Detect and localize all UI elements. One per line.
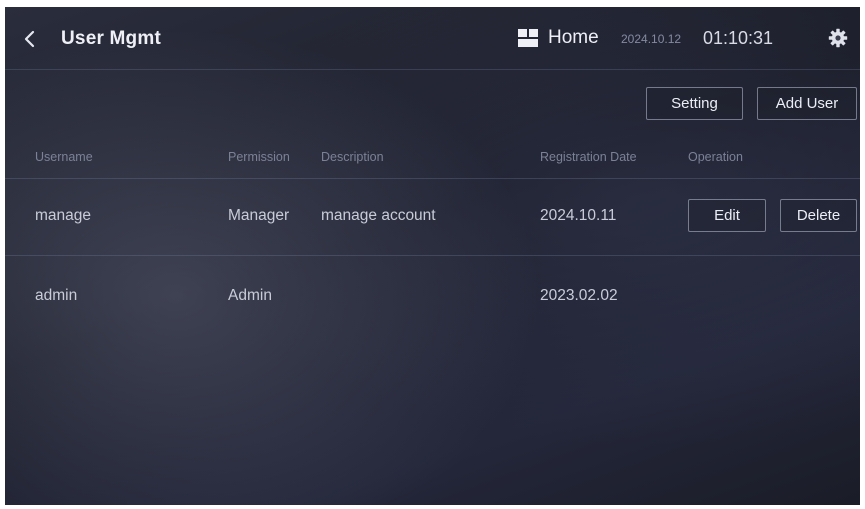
cell-description: manage account [321,207,436,224]
user-management-screen: User Mgmt Home 2024.10.12 01:10:31 Setti… [5,7,860,505]
cell-registration-date: 2023.02.02 [540,287,618,304]
page-title: User Mgmt [61,28,161,49]
column-header-description: Description [321,150,384,164]
column-header-username: Username [35,150,93,164]
cell-permission: Admin [228,287,272,304]
top-bar: User Mgmt Home 2024.10.12 01:10:31 [5,7,860,70]
delete-button[interactable]: Delete [780,199,857,232]
cell-permission: Manager [228,207,290,224]
date-display: 2024.10.12 [621,32,682,46]
setting-button[interactable]: Setting [646,87,743,120]
row-divider [5,255,860,256]
cell-username: manage [35,207,92,224]
column-header-registration-date: Registration Date [540,150,637,164]
column-header-permission: Permission [228,150,290,164]
cell-registration-date: 2024.10.11 [540,207,617,224]
chevron-left-icon[interactable] [21,29,37,49]
time-display: 01:10:31 [703,28,774,48]
cell-username: admin [35,287,78,304]
home-grid-icon[interactable] [517,28,539,48]
column-header-operation: Operation [688,150,743,164]
home-link[interactable]: Home [548,27,599,49]
edit-button[interactable]: Edit [688,199,766,232]
gear-icon[interactable] [828,28,848,48]
add-user-button[interactable]: Add User [757,87,857,120]
header-divider [5,178,860,179]
